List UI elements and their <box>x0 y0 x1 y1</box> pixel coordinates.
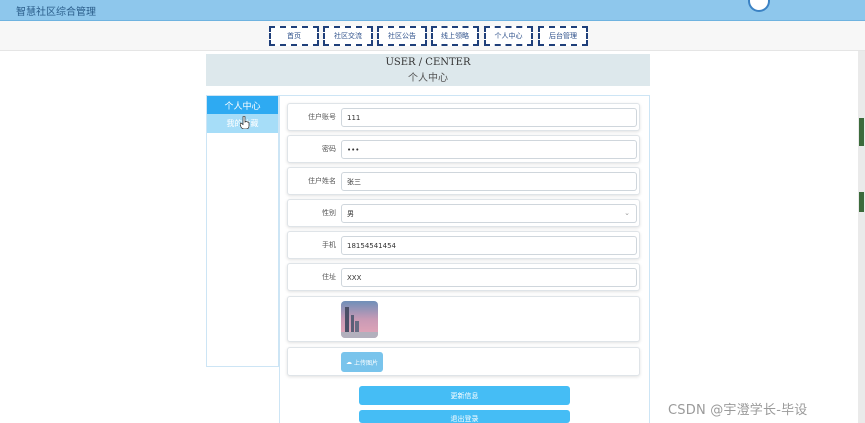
form-row-account: 住户账号 111 <box>287 103 640 131</box>
phone-input[interactable]: 18154541454 <box>341 236 637 255</box>
app-title: 智慧社区综合管理 <box>16 7 96 18</box>
scrollbar-marker <box>859 192 864 212</box>
form-row-phone: 手机 18154541454 <box>287 231 640 259</box>
scrollbar-marker <box>859 118 864 146</box>
upload-row: ☁ 上传图片 <box>287 347 640 376</box>
account-value: 111 <box>347 113 361 122</box>
nav-home[interactable]: 首页 <box>269 26 319 46</box>
address-value: XXX <box>347 273 362 282</box>
nav-personal-center[interactable]: 个人中心 <box>484 26 533 46</box>
upload-image-button[interactable]: ☁ 上传图片 <box>341 352 383 372</box>
password-label: 密码 <box>322 145 336 153</box>
page-header: USER / CENTER 个人中心 <box>206 54 650 86</box>
gender-select[interactable]: 男 ⌄ <box>341 204 637 223</box>
page-title-en: USER / CENTER <box>385 57 471 68</box>
name-label: 住户姓名 <box>308 177 336 185</box>
account-input[interactable]: 111 <box>341 108 637 127</box>
chevron-down-icon: ⌄ <box>624 209 630 217</box>
password-input[interactable]: ••• <box>341 140 637 159</box>
form-row-gender: 性别 男 ⌄ <box>287 199 640 227</box>
page-title-zh: 个人中心 <box>408 73 448 84</box>
gender-label: 性别 <box>322 209 336 217</box>
nav-online[interactable]: 线上领略 <box>431 26 479 46</box>
form-row-password: 密码 ••• <box>287 135 640 163</box>
form-row-address: 住址 XXX <box>287 263 640 291</box>
password-value: ••• <box>347 145 360 154</box>
nav-announcements[interactable]: 社区公告 <box>377 26 427 46</box>
address-input[interactable]: XXX <box>341 268 637 287</box>
logout-button[interactable]: 退出登录 <box>359 410 570 423</box>
form-row-name: 住户姓名 张三 <box>287 167 640 195</box>
user-avatar-icon[interactable] <box>748 0 770 12</box>
upload-label: 上传图片 <box>353 359 378 367</box>
avatar-image-row <box>287 296 640 342</box>
main-nav: 首页 社区交流 社区公告 线上领略 个人中心 后台管理 <box>0 21 865 51</box>
nav-community-chat[interactable]: 社区交流 <box>323 26 373 46</box>
update-info-button[interactable]: 更新信息 <box>359 386 570 405</box>
name-input[interactable]: 张三 <box>341 172 637 191</box>
nav-admin[interactable]: 后台管理 <box>538 26 588 46</box>
address-label: 住址 <box>322 273 336 281</box>
watermark: CSDN @宇澄学长-毕设 <box>668 403 808 418</box>
account-label: 住户账号 <box>308 113 336 121</box>
top-bar: 智慧社区综合管理 <box>0 0 865 21</box>
avatar-photo[interactable] <box>341 301 378 338</box>
sidebar: 个人中心 我的收藏 <box>206 95 279 367</box>
cloud-upload-icon: ☁ <box>345 358 352 366</box>
hand-cursor-icon <box>240 116 250 129</box>
phone-value: 18154541454 <box>347 241 396 250</box>
phone-label: 手机 <box>322 241 336 249</box>
name-value: 张三 <box>347 177 361 186</box>
gender-value: 男 <box>347 209 354 218</box>
sidebar-heading[interactable]: 个人中心 <box>207 96 278 114</box>
page-scrollbar[interactable] <box>858 51 865 423</box>
